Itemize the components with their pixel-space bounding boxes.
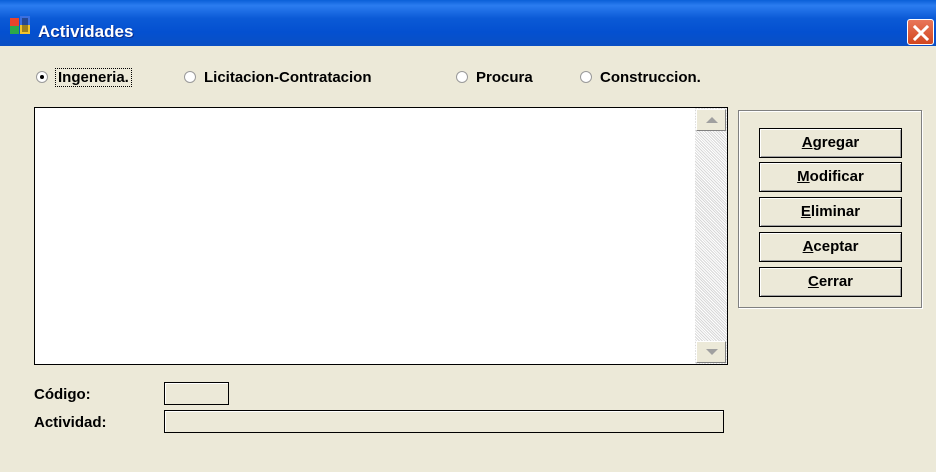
hotkey-letter: E [800,203,811,220]
button-label: odificar [809,168,864,185]
button-label: ceptar [813,238,859,255]
radio-label-ingeneria: Ingeneria. [55,67,132,87]
app-icon [10,16,30,34]
codigo-label: Código: [34,386,91,403]
hotkey-letter: A [802,238,814,255]
close-button[interactable] [907,19,934,45]
actividades-list[interactable] [34,107,728,365]
radio-ingeneria[interactable]: Ingeneria. [36,66,132,88]
hotkey-letter: M [797,168,810,185]
actividad-label: Actividad: [34,414,107,431]
button-panel: Agregar Modificar Eliminar Aceptar Cerra… [738,110,922,308]
scroll-down-button[interactable] [696,341,726,363]
hotkey-letter: A [801,134,813,151]
radio-licitacion-contratacion[interactable]: Licitacion-Contratacion [184,66,372,88]
button-label: gregar [812,134,860,151]
aceptar-button[interactable]: Aceptar [759,232,902,262]
radio-label-construccion: Construccion. [600,68,701,86]
button-label: errar [818,273,854,290]
vertical-scrollbar[interactable] [695,108,727,364]
radio-dot[interactable] [580,71,592,83]
agregar-button[interactable]: Agregar [759,128,902,158]
actividades-dialog: Actividades Ingeneria. Licitacion-Contra… [0,0,936,472]
button-label: liminar [810,203,861,220]
radio-procura[interactable]: Procura [456,66,533,88]
window-title: Actividades [38,22,134,41]
hotkey-letter: C [807,273,819,290]
eliminar-button[interactable]: Eliminar [759,197,902,227]
radio-dot[interactable] [184,71,196,83]
radio-construccion[interactable]: Construccion. [580,66,701,88]
radio-label-procura: Procura [476,68,533,86]
arrow-down-icon [706,349,718,355]
radio-label-licitacion: Licitacion-Contratacion [204,68,372,86]
cerrar-button[interactable]: Cerrar [759,267,902,297]
modificar-button[interactable]: Modificar [759,162,902,192]
codigo-field[interactable] [164,382,229,405]
arrow-up-icon [706,117,718,123]
radio-dot-checked[interactable] [36,71,48,83]
close-icon [913,25,929,41]
title-bar[interactable]: Actividades [0,0,936,46]
actividad-field[interactable] [164,410,724,433]
radio-dot[interactable] [456,71,468,83]
scroll-up-button[interactable] [696,109,726,131]
